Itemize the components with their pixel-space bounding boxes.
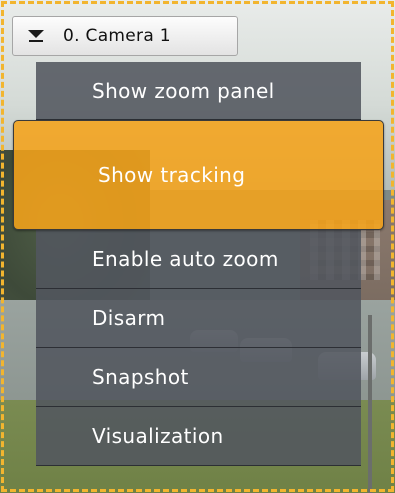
dropdown-arrow-icon <box>27 28 45 44</box>
camera-context-menu: Show zoom panel Show tracking Enable aut… <box>13 62 384 466</box>
menu-item-snapshot[interactable]: Snapshot <box>36 348 361 407</box>
menu-item-disarm[interactable]: Disarm <box>36 289 361 348</box>
scene-lamp-post <box>368 315 372 493</box>
camera-selector-label: 0. Camera 1 <box>63 26 171 46</box>
menu-item-visualization[interactable]: Visualization <box>36 407 361 466</box>
menu-item-enable-auto-zoom[interactable]: Enable auto zoom <box>36 230 361 289</box>
menu-item-show-tracking[interactable]: Show tracking <box>13 120 384 230</box>
camera-selector-button[interactable]: 0. Camera 1 <box>12 16 238 56</box>
menu-item-show-zoom-panel[interactable]: Show zoom panel <box>36 62 361 120</box>
camera-viewport[interactable]: 0. Camera 1 Show zoom panel Show trackin… <box>0 0 395 493</box>
